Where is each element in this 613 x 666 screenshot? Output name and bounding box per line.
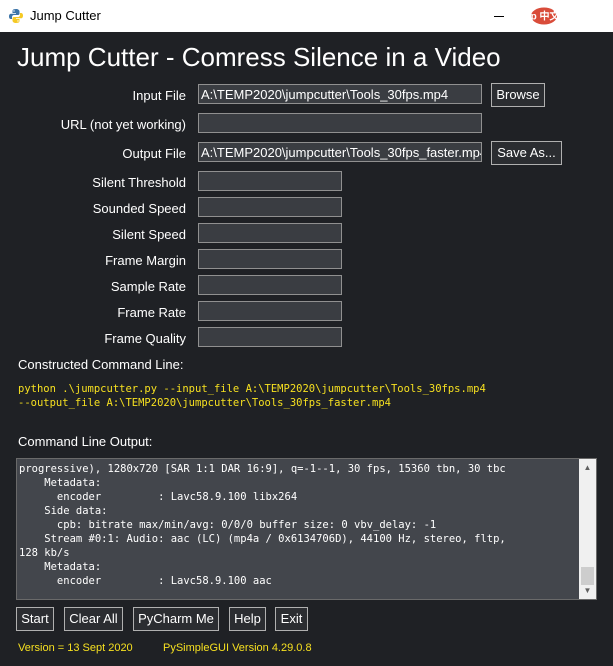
sample-rate-field[interactable]: [198, 275, 342, 295]
php-watermark-logo: php 中文网: [530, 7, 570, 25]
frame-quality-field[interactable]: [198, 327, 342, 347]
silent-threshold-field[interactable]: [198, 171, 342, 191]
silent-threshold-label: Silent Threshold: [92, 175, 186, 190]
help-button[interactable]: Help: [229, 607, 266, 631]
sample-rate-label: Sample Rate: [110, 279, 186, 294]
frame-margin-label: Frame Margin: [105, 253, 186, 268]
scroll-down-icon[interactable]: ▼: [579, 582, 596, 599]
frame-margin-field[interactable]: [198, 249, 342, 269]
output-text: progressive), 1280x720 [SAR 1:1 DAR 16:9…: [19, 463, 506, 587]
output-scrollbar[interactable]: ▲ ▼: [579, 459, 596, 599]
output-label: Command Line Output:: [18, 434, 153, 449]
watermark-text: php 中文网: [530, 10, 570, 23]
page-title: Jump Cutter - Comress Silence in a Video: [17, 42, 501, 72]
start-button[interactable]: Start: [16, 607, 54, 631]
silent-speed-label: Silent Speed: [112, 227, 186, 242]
frame-rate-label: Frame Rate: [117, 305, 186, 320]
exit-button[interactable]: Exit: [275, 607, 308, 631]
version-text: Version = 13 Sept 2020: [18, 642, 133, 654]
clear-all-button[interactable]: Clear All: [64, 607, 123, 631]
browse-button[interactable]: Browse: [491, 83, 545, 107]
sounded-speed-label: Sounded Speed: [92, 201, 186, 216]
sounded-speed-field[interactable]: [198, 197, 342, 217]
silent-speed-field[interactable]: [198, 223, 342, 243]
python-logo-icon: [9, 9, 23, 23]
output-file-field[interactable]: A:\TEMP2020\jumpcutter\Tools_30fps_faste…: [198, 142, 482, 162]
minimize-button[interactable]: [476, 0, 522, 32]
url-label: URL (not yet working): [60, 117, 186, 132]
title-bar: Jump Cutter php 中文网: [0, 0, 613, 32]
pysimplegui-version-text: PySimpleGUI Version 4.29.0.8: [163, 642, 312, 654]
pycharm-button[interactable]: PyCharm Me: [133, 607, 219, 631]
output-textarea[interactable]: progressive), 1280x720 [SAR 1:1 DAR 16:9…: [16, 458, 597, 600]
save-as-button[interactable]: Save As...: [491, 141, 562, 165]
input-file-label: Input File: [132, 88, 186, 103]
input-file-field[interactable]: A:\TEMP2020\jumpcutter\Tools_30fps.mp4: [198, 84, 482, 104]
frame-rate-field[interactable]: [198, 301, 342, 321]
command-line-label: Constructed Command Line:: [18, 357, 184, 372]
output-file-label: Output File: [122, 146, 186, 161]
url-field[interactable]: [198, 113, 482, 133]
minimize-icon: [494, 16, 504, 17]
scroll-up-icon[interactable]: ▲: [579, 459, 596, 476]
frame-quality-label: Frame Quality: [104, 331, 186, 346]
command-line-text: python .\jumpcutter.py --input_file A:\T…: [18, 383, 486, 409]
window-title: Jump Cutter: [30, 8, 101, 23]
